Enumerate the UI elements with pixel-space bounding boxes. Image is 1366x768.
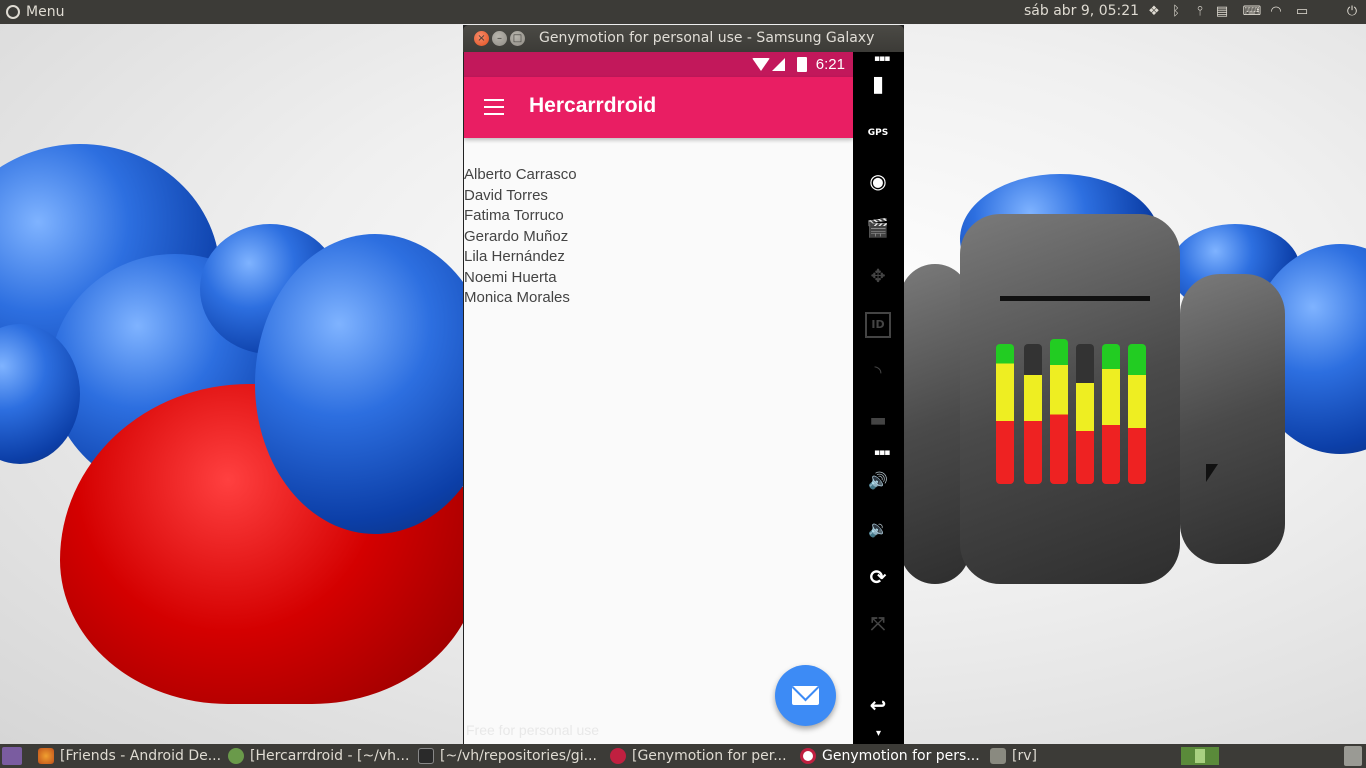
status-time: 6:21	[815, 56, 845, 73]
network-icon[interactable]: ◝	[865, 360, 891, 386]
rotate-icon[interactable]: ⟳	[865, 564, 891, 590]
watermark: Free for personal use	[466, 722, 600, 738]
taskbar-item-label: [Hercarrdroid - [~/vh...	[250, 748, 408, 764]
wifi-icon[interactable]: ◠	[1268, 4, 1284, 20]
taskbar-item[interactable]: [rv]	[990, 744, 1070, 768]
genymotion-sidebar: ▪▪▪ ▮ GPS ◉ 🎬 ✥ ID ◝ ▬ ▪▪▪ 🔊 🔉 ⟳ ⤧ ↩ ▾	[853, 52, 904, 744]
trash-icon[interactable]	[1344, 746, 1362, 766]
show-desktop-icon[interactable]	[2, 747, 22, 765]
list-item[interactable]: Fatima Torruco	[464, 206, 577, 227]
scroll-down-indicator: ▾	[875, 728, 881, 739]
clock[interactable]: sáb abr 9, 05:21	[1024, 3, 1139, 19]
sms-icon[interactable]: ▬	[865, 408, 891, 434]
menu-button[interactable]: Menu	[0, 0, 64, 24]
taskbar-item[interactable]: [~/vh/repositories/gi...	[418, 744, 602, 768]
android-screen: 6:21 Hercarrdroid Alberto Carrasco David…	[464, 52, 853, 744]
firefox-icon	[38, 748, 54, 764]
separator-dots: ▪▪▪	[874, 448, 890, 458]
taskbar-item-label: [Genymotion for per...	[632, 748, 787, 764]
friends-list: Alberto Carrasco David Torres Fatima Tor…	[464, 165, 577, 309]
taskbar-item-active[interactable]: Genymotion for pers...	[800, 744, 984, 768]
back-icon[interactable]: ↩	[865, 692, 891, 718]
dropbox-icon[interactable]: ❖	[1146, 4, 1162, 20]
genymotion-window: × – □ Genymotion for personal use - Sams…	[463, 25, 904, 744]
list-item[interactable]: David Torres	[464, 186, 577, 207]
remote-control-icon[interactable]: ✥	[865, 264, 891, 290]
taskbar-item[interactable]: [Friends - Android De...	[38, 744, 220, 768]
envelope-icon	[792, 686, 819, 705]
wallpaper-cube	[960, 214, 1180, 584]
temperature-icon[interactable]: ⫯	[1192, 4, 1208, 20]
menu-label: Menu	[26, 4, 65, 20]
battery-icon[interactable]: ▭	[1292, 4, 1312, 20]
close-button[interactable]: ×	[474, 31, 489, 46]
android-studio-icon	[228, 748, 244, 764]
bottom-taskbar: [Friends - Android De... [Hercarrdroid -…	[0, 744, 1366, 768]
genymotion-icon	[610, 748, 626, 764]
keyboard-icon[interactable]: ⌨	[1240, 4, 1264, 20]
terminal-icon	[418, 748, 434, 764]
battery-icon	[797, 57, 807, 72]
power-icon[interactable]: ⏻	[1344, 4, 1360, 20]
window-title-bar[interactable]: × – □ Genymotion for personal use - Sams…	[463, 25, 904, 52]
minimize-button[interactable]: –	[492, 31, 507, 46]
android-status-bar: 6:21	[464, 52, 853, 77]
taskbar-item-label: [Friends - Android De...	[60, 748, 220, 764]
wallpaper-ball	[255, 234, 495, 534]
taskbar-item-label: [rv]	[1012, 748, 1037, 764]
list-item[interactable]: Lila Hernández	[464, 247, 577, 268]
wifi-icon	[752, 58, 770, 71]
genymotion-icon	[800, 748, 816, 764]
mouse-cursor-icon	[1206, 464, 1218, 482]
hamburger-menu-icon[interactable]	[484, 99, 504, 115]
top-panel: Menu sáb abr 9, 05:21 ❖ ᛒ ⫯ ▤ ⌨ ◠ ▭ ⏻	[0, 0, 1366, 24]
battery-widget-icon[interactable]: ▮	[865, 72, 891, 98]
identifiers-icon[interactable]: ID	[865, 312, 891, 338]
folder-icon	[990, 748, 1006, 764]
workspace-switcher[interactable]	[1181, 747, 1219, 765]
list-item[interactable]: Alberto Carrasco	[464, 165, 577, 186]
email-fab-button[interactable]	[775, 665, 836, 726]
volume-down-icon[interactable]: 🔉	[865, 516, 891, 542]
app-title: Hercarrdroid	[529, 94, 657, 117]
video-capture-icon[interactable]: 🎬	[865, 216, 891, 242]
list-item[interactable]: Monica Morales	[464, 288, 577, 309]
window-title: Genymotion for personal use - Samsung Ga…	[539, 30, 879, 46]
pixel-perfect-icon[interactable]: ⤧	[865, 612, 891, 638]
bluetooth-icon[interactable]: ᛒ	[1168, 4, 1184, 20]
list-item[interactable]: Noemi Huerta	[464, 268, 577, 289]
taskbar-item[interactable]: [Genymotion for per...	[610, 744, 790, 768]
menu-icon	[6, 5, 20, 19]
taskbar-item-label: [~/vh/repositories/gi...	[440, 748, 597, 764]
wallpaper-cube	[1180, 274, 1285, 564]
maximize-button[interactable]: □	[510, 31, 525, 46]
clipboard-icon[interactable]: ▤	[1214, 4, 1230, 20]
list-item[interactable]: Gerardo Muñoz	[464, 227, 577, 248]
volume-up-icon[interactable]: 🔊	[865, 468, 891, 494]
taskbar-item-label: Genymotion for pers...	[822, 748, 980, 764]
signal-icon	[772, 58, 785, 71]
camera-widget-icon[interactable]: ◉	[865, 168, 891, 194]
gps-widget-icon[interactable]: GPS	[865, 120, 891, 146]
scroll-up-indicator: ▪▪▪	[874, 54, 890, 64]
taskbar-item[interactable]: [Hercarrdroid - [~/vh...	[228, 744, 408, 768]
app-toolbar: Hercarrdroid	[464, 77, 853, 138]
